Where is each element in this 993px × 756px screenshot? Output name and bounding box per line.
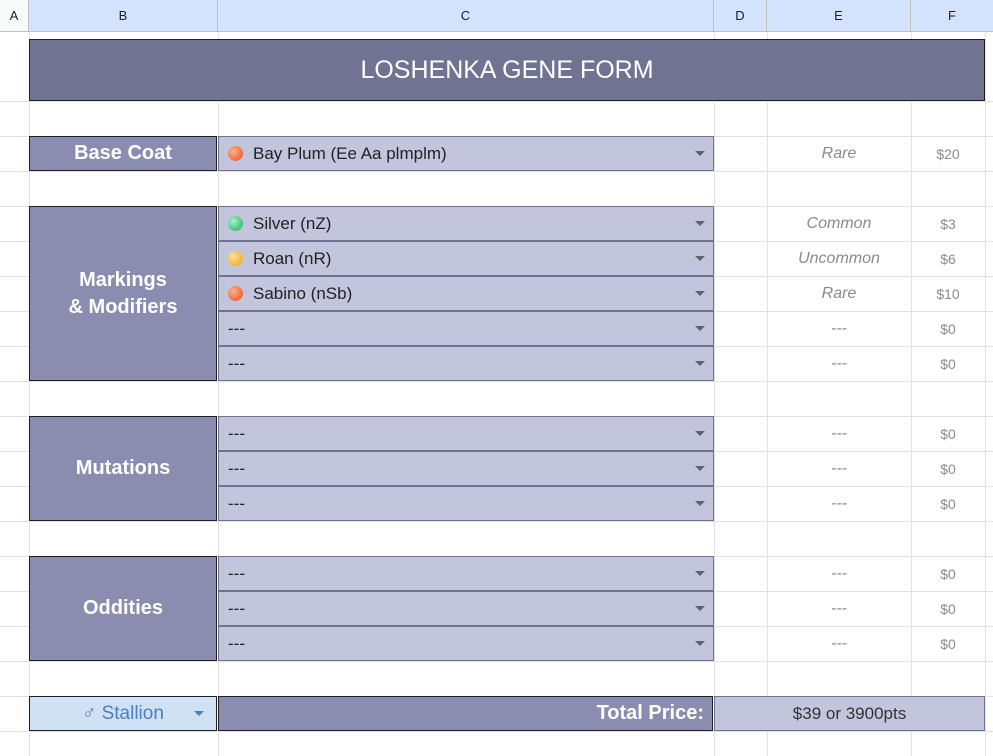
price-cell: $3: [940, 215, 956, 232]
dropdown-value: ---: [228, 633, 245, 653]
rarity-cell: ---: [831, 459, 847, 477]
price-cell: $20: [936, 145, 960, 162]
price-cell: $0: [940, 495, 956, 512]
oddity-dropdown-2[interactable]: ---: [218, 591, 714, 626]
oddity-dropdown-1[interactable]: ---: [218, 556, 714, 591]
dropdown-value: ---: [228, 563, 245, 583]
column-header-c[interactable]: C: [218, 0, 714, 32]
price-cell: $0: [940, 425, 956, 442]
marking-dropdown-2[interactable]: Roan (nR): [218, 241, 714, 276]
price-cell: $0: [940, 320, 956, 337]
dropdown-value: ---: [228, 423, 245, 443]
dropdown-value: Bay Plum (Ee Aa plmplm): [253, 143, 447, 163]
rarity-dot-icon: [228, 216, 243, 231]
form-title: LOSHENKA GENE FORM: [29, 39, 985, 101]
column-header-f[interactable]: F: [911, 0, 993, 32]
chevron-down-icon[interactable]: [695, 291, 705, 296]
marking-dropdown-3[interactable]: Sabino (nSb): [218, 276, 714, 311]
rarity-cell: Common: [806, 214, 872, 232]
markings-label-line1: Markings: [79, 268, 167, 291]
markings-label: Markings & Modifiers: [29, 206, 217, 381]
dropdown-value: ---: [228, 458, 245, 478]
price-cell: $6: [940, 250, 956, 267]
rarity-cell: ---: [831, 494, 847, 512]
price-cell: $10: [936, 285, 960, 302]
marking-dropdown-5[interactable]: ---: [218, 346, 714, 381]
column-header-a[interactable]: A: [0, 0, 29, 32]
chevron-down-icon[interactable]: [695, 501, 705, 506]
chevron-down-icon[interactable]: [695, 256, 705, 261]
column-header-e[interactable]: E: [767, 0, 911, 32]
mutations-label: Mutations: [29, 416, 217, 521]
chevron-down-icon[interactable]: [695, 221, 705, 226]
dropdown-value: Roan (nR): [253, 248, 332, 268]
rarity-cell: ---: [831, 599, 847, 617]
dropdown-value: ---: [228, 353, 245, 373]
mutation-dropdown-1[interactable]: ---: [218, 416, 714, 451]
base-coat-label: Base Coat: [29, 136, 217, 171]
price-cell: $0: [940, 460, 956, 477]
chevron-down-icon[interactable]: [695, 571, 705, 576]
rarity-cell: ---: [831, 634, 847, 652]
total-price-label: Total Price:: [218, 696, 713, 731]
dropdown-value: ---: [228, 598, 245, 618]
sex-dropdown[interactable]: ♂ Stallion: [29, 696, 217, 731]
markings-label-line2: & Modifiers: [68, 295, 178, 318]
dropdown-value: Sabino (nSb): [253, 283, 353, 303]
price-cell: $0: [940, 635, 956, 652]
rarity-cell: ---: [831, 424, 847, 442]
rarity-dot-icon: [228, 286, 243, 301]
total-price-value: $39 or 3900pts: [714, 696, 985, 731]
rarity-cell: Rare: [821, 284, 857, 302]
chevron-down-icon[interactable]: [695, 361, 705, 366]
mutation-dropdown-3[interactable]: ---: [218, 486, 714, 521]
base-coat-dropdown[interactable]: Bay Plum (Ee Aa plmplm): [218, 136, 714, 171]
column-header-d[interactable]: D: [714, 0, 767, 32]
marking-dropdown-1[interactable]: Silver (nZ): [218, 206, 714, 241]
rarity-cell: ---: [831, 564, 847, 582]
chevron-down-icon[interactable]: [695, 466, 705, 471]
oddities-label: Oddities: [29, 556, 217, 661]
column-header-b[interactable]: B: [29, 0, 218, 32]
rarity-cell: ---: [831, 319, 847, 337]
chevron-down-icon[interactable]: [695, 151, 705, 156]
price-cell: $0: [940, 565, 956, 582]
oddity-dropdown-3[interactable]: ---: [218, 626, 714, 661]
rarity-dot-icon: [228, 251, 243, 266]
chevron-down-icon[interactable]: [194, 711, 204, 716]
dropdown-value: Silver (nZ): [253, 213, 332, 233]
price-cell: $0: [940, 355, 956, 372]
rarity-cell: Uncommon: [798, 249, 880, 267]
dropdown-value: ---: [228, 318, 245, 338]
rarity-cell: ---: [831, 354, 847, 372]
chevron-down-icon[interactable]: [695, 326, 705, 331]
chevron-down-icon[interactable]: [695, 606, 705, 611]
chevron-down-icon[interactable]: [695, 431, 705, 436]
marking-dropdown-4[interactable]: ---: [218, 311, 714, 346]
sex-value: ♂ Stallion: [82, 702, 164, 724]
mutation-dropdown-2[interactable]: ---: [218, 451, 714, 486]
rarity-cell: Rare: [821, 144, 857, 162]
price-cell: $0: [940, 600, 956, 617]
dropdown-value: ---: [228, 493, 245, 513]
rarity-dot-icon: [228, 146, 243, 161]
chevron-down-icon[interactable]: [695, 641, 705, 646]
